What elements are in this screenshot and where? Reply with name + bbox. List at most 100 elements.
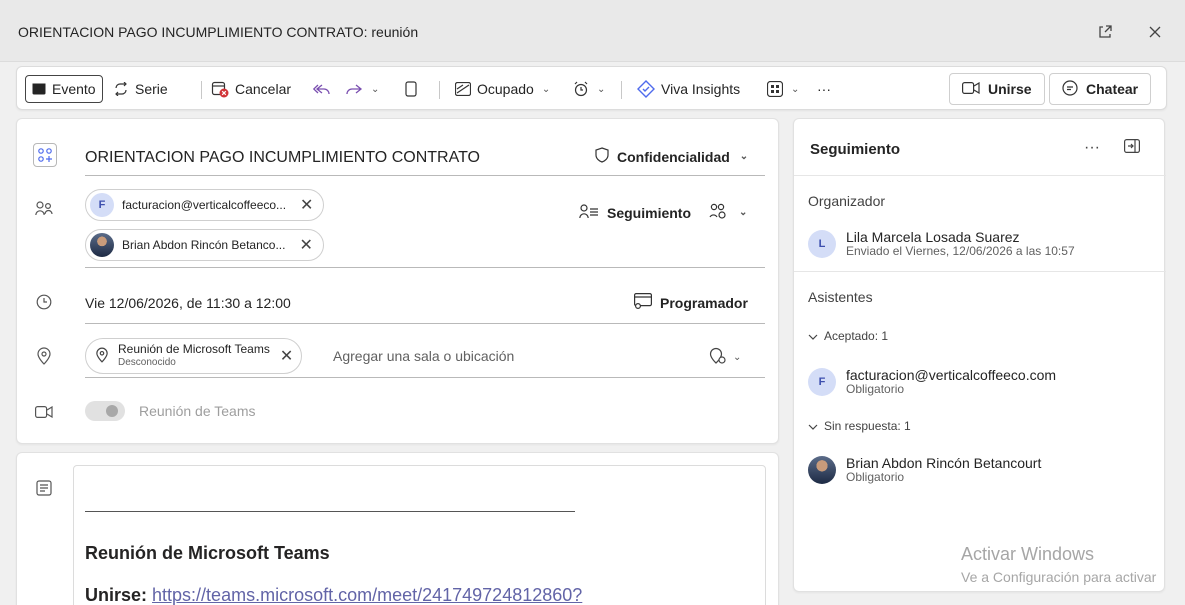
reply-all-icon: [313, 82, 331, 96]
avatar: L: [808, 229, 836, 258]
date-time-field[interactable]: Vie 12/06/2026, de 11:30 a 12:00: [85, 295, 291, 311]
unirse-button[interactable]: Unirse: [949, 73, 1045, 105]
apps-icon: [767, 81, 783, 97]
viva-insights-button[interactable]: Viva Insights: [637, 75, 740, 103]
chevron-down-icon: ⌄: [597, 83, 606, 95]
window-title: ORIENTACION PAGO INCUMPLIMIENTO CONTRATO…: [18, 24, 419, 40]
activation-watermark: Activar Windows Ve a Configuración para …: [961, 544, 1157, 585]
tracking-panel: Seguimiento ··· Organizador L Lila Marce…: [793, 118, 1166, 592]
apps-dropdown[interactable]: ⌄: [767, 75, 799, 103]
teams-join-link[interactable]: https://teams.microsoft.com/meet/2417497…: [152, 585, 582, 605]
attendees-label: Asistentes: [808, 289, 873, 305]
organizer-label: Organizador: [808, 193, 886, 209]
busy-status-icon: [455, 82, 471, 96]
serie-button[interactable]: Serie: [113, 75, 168, 103]
attendees-underline: [85, 267, 765, 268]
teams-meeting-label: Reunión de Teams: [139, 403, 256, 419]
clock-icon: [33, 291, 55, 313]
divider: [794, 175, 1166, 176]
event-details-card: ORIENTACION PAGO INCUMPLIMIENTO CONTRATO…: [16, 118, 779, 444]
location-underline: [85, 377, 765, 378]
popout-icon[interactable]: [1092, 20, 1118, 44]
location-pin-icon: [33, 345, 55, 367]
organizer-item[interactable]: L Lila Marcela Losada Suarez Enviado el …: [808, 229, 1075, 259]
chatear-button[interactable]: Chatear: [1049, 73, 1152, 105]
programador-button[interactable]: Programador: [634, 293, 748, 312]
copy-button[interactable]: [405, 75, 417, 103]
attendee-item[interactable]: Brian Abdon Rincón Betancourt Obligatori…: [808, 455, 1041, 485]
avatar: F: [90, 193, 114, 217]
video-camera-icon: [33, 401, 55, 423]
add-category-icon[interactable]: [33, 143, 57, 167]
location-chip[interactable]: Reunión de Microsoft Teams Desconocido ✕: [85, 338, 303, 374]
divider: [439, 81, 440, 99]
room-finder-dropdown[interactable]: ⌄: [709, 347, 741, 368]
alarm-clock-icon: [573, 81, 589, 97]
chevron-down-icon: ⌄: [733, 352, 742, 363]
meeting-body-card: Reunión de Microsoft Teams Unirse: https…: [16, 452, 779, 605]
reminder-dropdown[interactable]: ⌄: [573, 75, 605, 103]
join-line: Unirse: https://teams.microsoft.com/meet…: [85, 585, 583, 605]
toggle-knob: [106, 405, 118, 417]
body-heading: Reunión de Microsoft Teams: [85, 543, 330, 563]
close-icon[interactable]: [1142, 20, 1168, 44]
people-settings-icon[interactable]: [709, 203, 729, 222]
evento-button[interactable]: Evento: [25, 75, 103, 103]
remove-icon[interactable]: ✕: [280, 346, 293, 366]
datetime-underline: [85, 323, 765, 324]
calendar-cancel-icon: [211, 80, 229, 98]
attendee-chip[interactable]: Brian Abdon Rincón Betanco... ✕: [85, 229, 324, 261]
chevron-down-icon: ⌄: [541, 83, 551, 95]
scheduling-assistant-icon: [634, 293, 652, 312]
avatar: [90, 233, 114, 257]
subject-underline: [85, 175, 765, 176]
chevron-down-icon: ⌄: [791, 83, 800, 95]
ocupado-dropdown[interactable]: Ocupado ⌄: [455, 75, 550, 103]
forward-button[interactable]: ⌄: [345, 75, 379, 103]
avatar: F: [808, 367, 836, 396]
reply-all-button[interactable]: [313, 75, 331, 103]
chevron-down-icon: ⌄: [739, 151, 749, 162]
separator-line: [85, 511, 575, 512]
panel-more-button[interactable]: ···: [1084, 139, 1100, 157]
location-pin-icon: [96, 347, 108, 366]
people-list-icon: [579, 203, 599, 222]
cancelar-button[interactable]: Cancelar: [211, 75, 291, 103]
chat-icon: [1062, 79, 1078, 99]
confidencialidad-dropdown[interactable]: Confidencialidad ⌄: [595, 147, 748, 166]
copy-icon: [405, 81, 417, 97]
remove-icon[interactable]: ✕: [299, 235, 312, 255]
title-bar: ORIENTACION PAGO INCUMPLIMIENTO CONTRATO…: [0, 0, 1185, 62]
divider: [621, 81, 622, 99]
notes-icon: [33, 477, 55, 499]
attendee-item[interactable]: F facturacion@verticalcoffeeco.com Oblig…: [808, 367, 1056, 397]
avatar: [808, 455, 836, 484]
remove-icon[interactable]: ✕: [300, 195, 313, 215]
video-camera-icon: [962, 81, 980, 97]
no-response-group-toggle[interactable]: Sin respuesta: 1: [808, 419, 911, 433]
chevron-down-icon: ⌄: [739, 207, 748, 218]
location-input[interactable]: Agregar una sala o ubicación: [333, 348, 514, 364]
forward-icon: [345, 82, 363, 96]
collapse-panel-icon[interactable]: [1124, 139, 1141, 158]
body-editor[interactable]: [73, 465, 766, 605]
chevron-down-icon: [808, 419, 818, 433]
chevron-down-icon: ⌄: [371, 83, 380, 95]
seguimiento-button[interactable]: Seguimiento ⌄: [579, 203, 747, 222]
shield-icon: [595, 147, 609, 166]
accepted-group-toggle[interactable]: Aceptado: 1: [808, 329, 888, 343]
location-settings-icon: [709, 347, 727, 368]
attendee-chip[interactable]: F facturacion@verticalcoffeeco... ✕: [85, 189, 325, 221]
ribbon-toolbar: Evento Serie Cancelar ⌄ Ocupado ⌄ ⌄ Viva…: [16, 66, 1167, 110]
divider: [794, 271, 1166, 272]
divider: [201, 81, 202, 99]
people-icon: [33, 197, 55, 219]
teams-meeting-toggle[interactable]: [85, 401, 125, 421]
repeat-icon: [113, 82, 129, 96]
more-options-button[interactable]: ···: [817, 75, 831, 103]
subject-field[interactable]: ORIENTACION PAGO INCUMPLIMIENTO CONTRATO: [85, 149, 480, 167]
chevron-down-icon: [808, 329, 818, 343]
viva-insights-icon: [637, 80, 655, 98]
calendar-event-icon: [32, 83, 46, 95]
panel-title: Seguimiento: [810, 141, 901, 158]
